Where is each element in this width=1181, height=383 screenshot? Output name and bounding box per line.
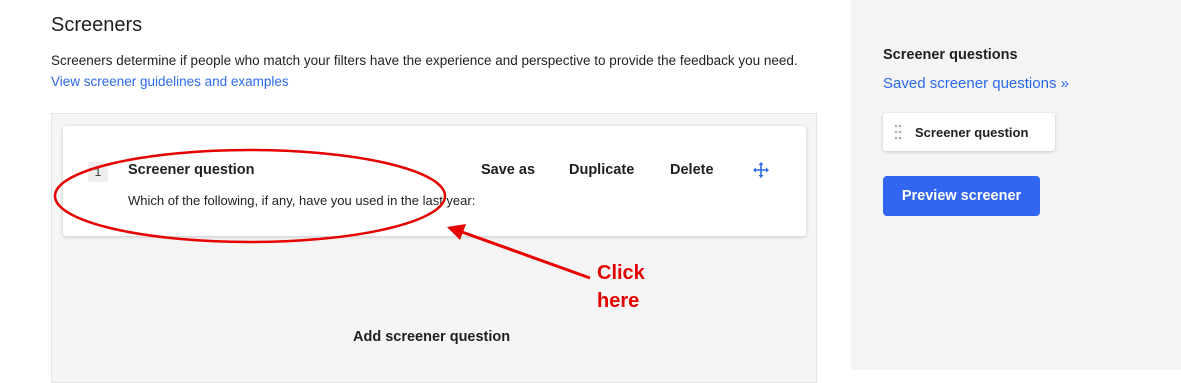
screeners-description: Screeners determine if people who match … (51, 50, 811, 92)
guidelines-link[interactable]: View screener guidelines and examples (51, 74, 289, 89)
click-here-annotation: Click here (597, 259, 657, 315)
duplicate-button[interactable]: Duplicate (569, 162, 634, 178)
question-text: Which of the following, if any, have you… (128, 193, 476, 208)
chip-label: Screener question (915, 125, 1029, 140)
page-title: Screeners (51, 14, 143, 36)
delete-button[interactable]: Delete (670, 162, 714, 178)
sidebar-heading: Screener questions (883, 47, 1018, 63)
preview-screener-button[interactable]: Preview screener (883, 176, 1040, 216)
click-here-line2: here (597, 290, 640, 312)
question-number: 1 (88, 162, 108, 182)
question-title: Screener question (128, 162, 255, 178)
click-here-line1: Click (597, 262, 645, 284)
main-panel: Screeners Screeners determine if people … (0, 0, 851, 383)
save-as-button[interactable]: Save as (481, 162, 535, 178)
screener-question-chip[interactable]: Screener question (883, 113, 1055, 151)
saved-screener-questions-link[interactable]: Saved screener questions » (883, 75, 1069, 92)
add-screener-question-button[interactable]: Add screener question (353, 329, 510, 345)
screener-question-card[interactable]: 1 Screener question Which of the followi… (63, 126, 806, 236)
drag-handle-icon (894, 124, 902, 140)
move-arrows-icon[interactable] (752, 161, 770, 179)
description-text: Screeners determine if people who match … (51, 53, 798, 68)
